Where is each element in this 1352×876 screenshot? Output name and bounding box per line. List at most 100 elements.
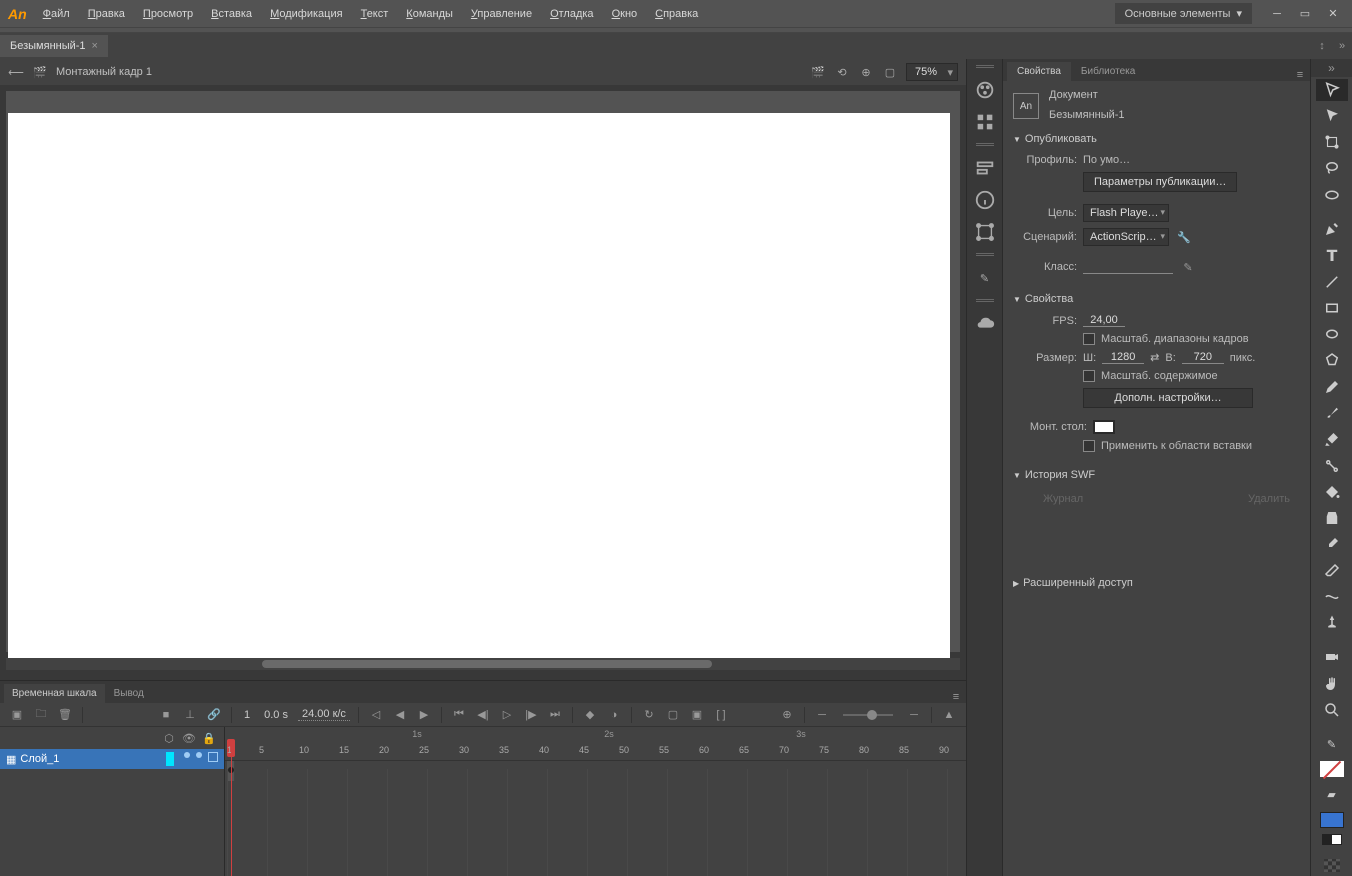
scale-spans-checkbox[interactable]: [1083, 333, 1095, 345]
target-select[interactable]: Flash Playe…: [1083, 204, 1169, 222]
menu-edit[interactable]: Правка: [80, 4, 133, 24]
brush-tool[interactable]: [1316, 402, 1348, 424]
script-select[interactable]: ActionScrip…: [1083, 228, 1169, 246]
paint-bucket-tool[interactable]: [1316, 481, 1348, 503]
prev-frame-icon[interactable]: ◀|: [474, 706, 492, 724]
transform-panel-icon[interactable]: [974, 221, 996, 243]
zoom-tool[interactable]: [1316, 699, 1348, 721]
play-icon[interactable]: ▷: [498, 706, 516, 724]
fill-color-swatch[interactable]: [1320, 812, 1344, 828]
step-back-icon[interactable]: ◀: [391, 706, 409, 724]
lock-icon[interactable]: 🔒: [202, 732, 216, 745]
marker1-icon[interactable]: ▢: [664, 706, 682, 724]
stage-color-swatch[interactable]: [1093, 420, 1115, 434]
close-button[interactable]: ✕: [1322, 5, 1344, 23]
cloud-panel-icon[interactable]: [974, 313, 996, 335]
menu-help[interactable]: Справка: [647, 4, 706, 24]
pencil-tool[interactable]: [1316, 376, 1348, 398]
back-icon[interactable]: ⟵: [8, 64, 24, 80]
step-fwd-icon[interactable]: ▶: [415, 706, 433, 724]
wrench-icon[interactable]: 🔧: [1175, 228, 1193, 246]
bracket-icon[interactable]: [ ]: [712, 706, 730, 724]
oval-tool[interactable]: [1316, 323, 1348, 345]
fps-input[interactable]: 24,00: [1083, 314, 1125, 327]
delete-layer-icon[interactable]: 🗑: [56, 706, 74, 724]
goto-first-icon[interactable]: ⏮: [450, 706, 468, 724]
edit-scene-icon[interactable]: 🎬: [810, 64, 826, 80]
new-layer-icon[interactable]: ▣: [8, 706, 26, 724]
frames-column[interactable]: 1s 2s 3s 1510152025303540455055606570758…: [225, 727, 966, 876]
stroke-color-swatch[interactable]: [1320, 761, 1344, 777]
publish-section-header[interactable]: ▼Опубликовать: [1013, 127, 1300, 151]
width-input[interactable]: 1280: [1102, 351, 1144, 364]
grip-icon[interactable]: [976, 65, 994, 69]
tools-expand-icon[interactable]: »: [1311, 59, 1352, 77]
tab-library[interactable]: Библиотека: [1071, 62, 1145, 81]
width-tool[interactable]: [1316, 586, 1348, 608]
highlight-icon[interactable]: ⬡: [162, 732, 176, 745]
tab-timeline[interactable]: Временная шкала: [4, 684, 105, 703]
grip-icon-3[interactable]: [976, 253, 994, 257]
info-panel-icon[interactable]: [974, 189, 996, 211]
grip-icon-2[interactable]: [976, 143, 994, 147]
grip-icon-4[interactable]: [976, 299, 994, 303]
align-panel-icon[interactable]: [974, 157, 996, 179]
scale-content-checkbox[interactable]: [1083, 370, 1095, 382]
zoom-in-tl-icon[interactable]: ─: [905, 706, 923, 724]
accessibility-section-header[interactable]: ▶Расширенный доступ: [1013, 571, 1300, 595]
document-tab[interactable]: Безымянный-1×: [0, 35, 108, 57]
stage-viewport[interactable]: [0, 85, 966, 680]
text-tool[interactable]: [1316, 244, 1348, 266]
parent-view-icon[interactable]: 🔗: [205, 706, 223, 724]
frame-ruler[interactable]: 151015202530354045505560657075808590: [225, 739, 966, 761]
polystar-tool[interactable]: [1316, 349, 1348, 371]
clip-stage-icon[interactable]: ▢: [882, 64, 898, 80]
minimize-button[interactable]: ─: [1266, 5, 1288, 23]
menu-file[interactable]: Файл: [35, 4, 78, 24]
eraser-tool[interactable]: [1316, 560, 1348, 582]
menu-view[interactable]: Просмотр: [135, 4, 201, 24]
zoom-out-tl-icon[interactable]: ─: [813, 706, 831, 724]
link-size-icon[interactable]: ⇄: [1150, 351, 1159, 364]
h-scrollbar[interactable]: [6, 658, 960, 670]
zoom-selector[interactable]: 75%: [906, 63, 958, 81]
brush-panel-icon[interactable]: ✎: [974, 267, 996, 289]
close-tab-icon[interactable]: ×: [92, 40, 98, 52]
center-frame-icon[interactable]: ⊕: [778, 706, 796, 724]
line-tool[interactable]: [1316, 270, 1348, 292]
camera-icon[interactable]: ■: [157, 706, 175, 724]
menu-debug[interactable]: Отладка: [542, 4, 602, 24]
tab-properties[interactable]: Свойства: [1007, 62, 1071, 81]
onion-skin-icon[interactable]: ◑: [605, 706, 623, 724]
swf-section-header[interactable]: ▼История SWF: [1013, 463, 1300, 487]
pin-tool[interactable]: [1316, 612, 1348, 634]
sync-icon[interactable]: ↕: [1312, 40, 1332, 52]
stroke-edit-icon[interactable]: ✎: [1316, 733, 1348, 755]
menu-modify[interactable]: Модификация: [262, 4, 351, 24]
ink-bottle-tool[interactable]: [1316, 507, 1348, 529]
loop-icon[interactable]: ↻: [640, 706, 658, 724]
tab-output[interactable]: Вывод: [106, 684, 152, 703]
camera-tool[interactable]: [1316, 646, 1348, 668]
eyedropper-tool[interactable]: [1316, 533, 1348, 555]
free-transform-tool[interactable]: [1316, 131, 1348, 153]
stage-canvas[interactable]: [8, 113, 950, 663]
swap-colors[interactable]: [1322, 834, 1342, 846]
visibility-icon[interactable]: 👁: [182, 732, 196, 745]
resize-tl-icon[interactable]: ▲: [940, 706, 958, 724]
selection-tool[interactable]: [1316, 79, 1348, 101]
publish-settings-button[interactable]: Параметры публикации…: [1083, 172, 1237, 192]
color-panel-icon[interactable]: [974, 79, 996, 101]
next-frame-icon[interactable]: |▶: [522, 706, 540, 724]
class-input[interactable]: [1083, 261, 1173, 274]
subselection-tool[interactable]: [1316, 105, 1348, 127]
menu-insert[interactable]: Вставка: [203, 4, 260, 24]
symbol-icon[interactable]: ⟲: [834, 64, 850, 80]
hand-tool[interactable]: [1316, 673, 1348, 695]
edit-class-icon[interactable]: ✎: [1179, 258, 1197, 276]
insert-keyframe-icon[interactable]: ◆: [581, 706, 599, 724]
timeline-zoom-slider[interactable]: [843, 714, 893, 716]
tabbar-expand-icon[interactable]: »: [1332, 40, 1352, 52]
pen-tool[interactable]: [1316, 218, 1348, 240]
height-input[interactable]: 720: [1182, 351, 1224, 364]
